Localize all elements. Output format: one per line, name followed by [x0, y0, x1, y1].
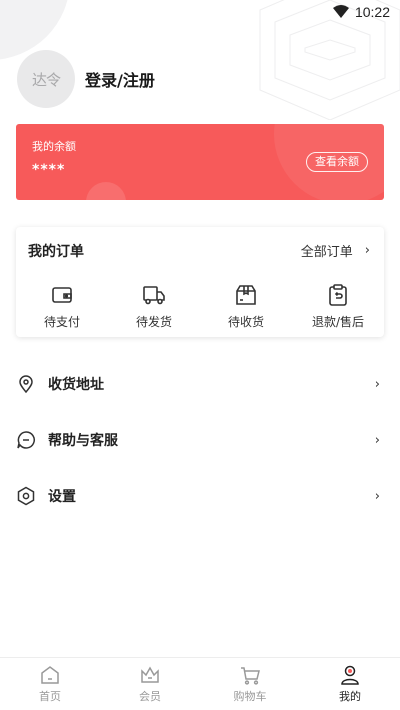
chevron-right-icon: ›	[364, 243, 370, 258]
menu-item-address-label: 收货地址	[48, 377, 104, 393]
order-pending-payment-label: 待支付	[43, 315, 80, 329]
avatar[interactable]: 达令	[17, 50, 75, 108]
view-balance-button[interactable]: 查看余额	[306, 152, 368, 172]
tab-mine-label: 我的	[339, 690, 361, 703]
orders-card: 我的订单 全部订单 › 待支付 待发货 待收货 退款/售后	[16, 227, 384, 337]
menu-item-settings[interactable]: 设置 ›	[16, 481, 384, 511]
tab-member[interactable]: 会员	[100, 658, 200, 710]
cart-icon	[241, 667, 260, 685]
tab-mine[interactable]: 我的	[300, 658, 400, 710]
wallet-icon	[52, 287, 72, 303]
tab-cart[interactable]: 购物车	[200, 658, 300, 710]
order-pending-shipment-label: 待发货	[135, 315, 172, 329]
refund-icon	[329, 284, 347, 306]
avatar-logo-text: 达令	[31, 70, 61, 89]
order-pending-shipment[interactable]: 待发货	[108, 283, 200, 330]
order-refund-aftersale-label: 退款/售后	[311, 315, 365, 329]
truck-icon	[143, 286, 165, 305]
order-refund-aftersale[interactable]: 退款/售后	[292, 283, 384, 330]
tab-home[interactable]: 首页	[0, 658, 100, 710]
chevron-right-icon: ›	[374, 376, 380, 392]
bottom-tab-bar: 首页 会员 购物车 我的	[0, 657, 400, 710]
order-pending-receipt[interactable]: 待收货	[200, 283, 292, 330]
menu-item-settings-label: 设置	[48, 489, 76, 505]
status-bar: 10:22	[0, 0, 400, 24]
tab-cart-label: 购物车	[233, 690, 267, 703]
orders-title: 我的订单	[28, 244, 84, 260]
user-icon	[341, 665, 359, 685]
status-time: 10:22	[354, 4, 390, 20]
chevron-right-icon: ›	[374, 432, 380, 448]
balance-label: 我的余额	[32, 140, 76, 153]
tab-member-label: 会员	[139, 690, 161, 703]
my-profile-page: 10:22 达令 登录/注册 我的余额 **** 查看余额 我的订单 全部订单 …	[0, 0, 400, 710]
login-register-link[interactable]: 登录/注册	[85, 67, 155, 91]
chevron-right-icon: ›	[374, 488, 380, 504]
order-pending-receipt-label: 待收货	[227, 315, 264, 329]
settings-icon	[17, 486, 35, 506]
menu-item-help[interactable]: 帮助与客服 ›	[16, 425, 384, 455]
all-orders-label: 全部订单	[300, 245, 353, 260]
balance-value: ****	[32, 162, 66, 178]
chat-icon	[17, 431, 35, 449]
package-icon	[236, 285, 256, 305]
crown-icon	[141, 666, 159, 683]
all-orders-link[interactable]: 全部订单 ›	[301, 241, 370, 260]
location-icon	[19, 375, 33, 394]
balance-card-decoration-circle	[86, 182, 126, 200]
profile-header[interactable]: 达令 登录/注册	[17, 50, 155, 108]
menu-item-address[interactable]: 收货地址 ›	[16, 369, 384, 399]
tab-home-label: 首页	[39, 690, 61, 703]
order-pending-payment[interactable]: 待支付	[16, 283, 108, 330]
menu-item-help-label: 帮助与客服	[48, 433, 118, 449]
order-status-row: 待支付 待发货 待收货 退款/售后	[16, 283, 384, 330]
wifi-icon	[332, 5, 349, 18]
home-icon	[41, 666, 59, 684]
balance-card: 我的余额 **** 查看余额	[16, 124, 384, 200]
